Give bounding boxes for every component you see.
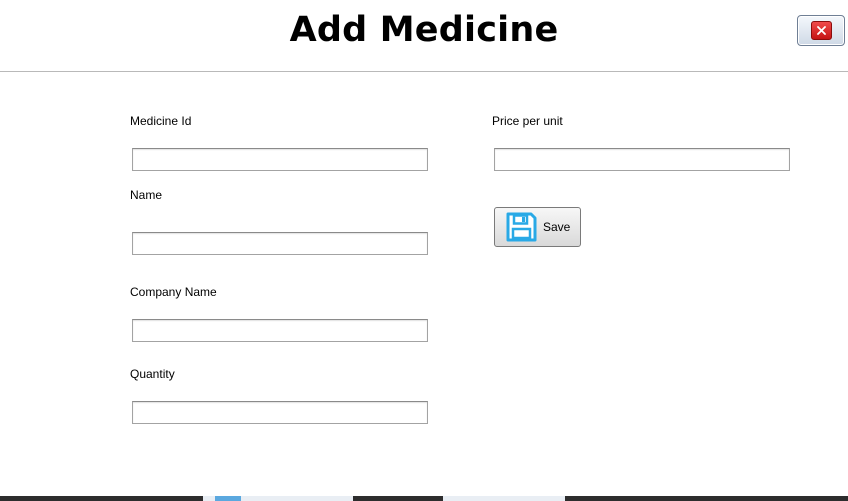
price-per-unit-input[interactable] <box>494 148 790 171</box>
medicine-id-label: Medicine Id <box>130 114 192 128</box>
save-button-label: Save <box>543 220 571 234</box>
company-name-label: Company Name <box>130 285 217 299</box>
close-icon <box>810 21 832 40</box>
taskbar-item-accent <box>215 496 241 501</box>
medicine-id-input[interactable] <box>132 148 428 171</box>
floppy-disk-icon <box>505 211 538 243</box>
company-name-input[interactable] <box>132 319 428 342</box>
quantity-input[interactable] <box>132 401 428 424</box>
name-input[interactable] <box>132 232 428 255</box>
header-divider <box>0 71 848 72</box>
close-button[interactable] <box>797 15 845 46</box>
taskbar <box>0 496 848 501</box>
price-per-unit-label: Price per unit <box>492 114 563 128</box>
name-label: Name <box>130 188 163 202</box>
quantity-label: Quantity <box>130 367 175 381</box>
page-title: Add Medicine <box>289 10 559 50</box>
save-button[interactable]: Save <box>494 207 581 247</box>
taskbar-item[interactable] <box>443 496 565 501</box>
